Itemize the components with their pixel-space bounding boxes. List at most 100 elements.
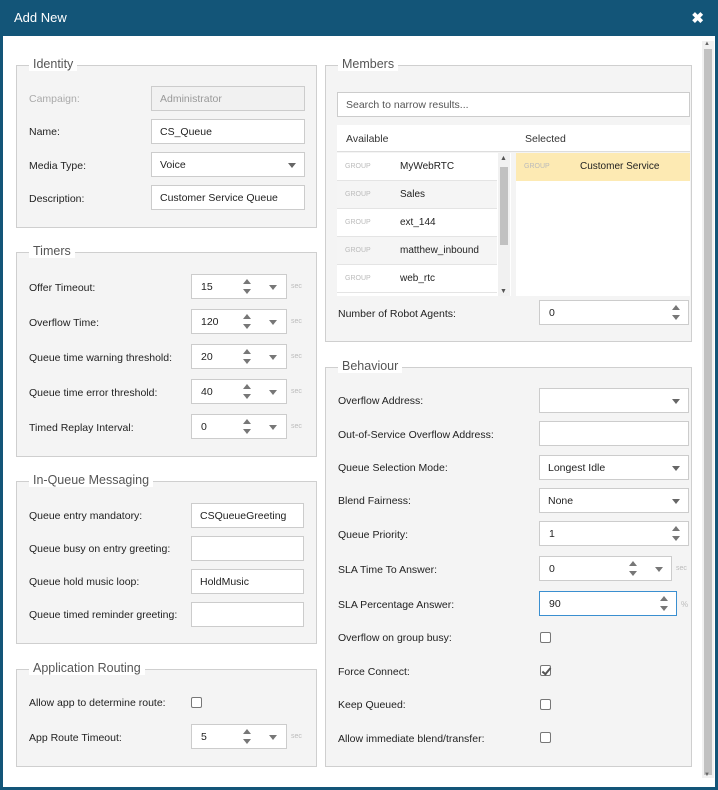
identity-legend: Identity [29,57,78,71]
members-list-header: Available Selected [337,125,690,152]
stepper-arrows-icon[interactable] [660,596,668,611]
entry-mandatory-label: Queue entry mandatory: [29,510,143,522]
chevron-down-icon[interactable] [269,390,277,395]
blend-fairness-value: None [548,495,574,507]
chevron-down-icon[interactable] [269,320,277,325]
oos-address-input[interactable] [539,421,689,446]
group-tag: GROUP [345,191,371,198]
media-type-label: Media Type: [29,160,87,172]
sla-percentage-stepper[interactable]: 90 [539,591,677,616]
overflow-time-stepper[interactable]: 120 [191,309,287,334]
reminder-greeting-input[interactable] [191,602,304,627]
description-input[interactable]: Customer Service Queue [151,185,305,210]
selected-list[interactable]: GROUP Customer Service [516,153,690,296]
list-item[interactable]: GROUP ext_144 [337,209,497,237]
hold-music-label: Queue hold music loop: [29,576,140,588]
member-name: ext_144 [400,217,436,228]
dialog-scrollbar[interactable]: ▲ ▼ [702,41,714,778]
member-name: Customer Service [580,161,660,172]
unit-label: sec [291,388,302,395]
stepper-arrows-icon[interactable] [243,279,251,294]
selected-list-item[interactable]: GROUP Customer Service [516,153,690,181]
chevron-down-icon [672,499,680,504]
chevron-down-icon[interactable] [655,567,663,572]
stepper-arrows-icon[interactable] [672,526,680,541]
overflow-address-select[interactable] [539,388,689,413]
warning-threshold-stepper[interactable]: 20 [191,344,287,369]
unit-label: sec [291,423,302,430]
group-tag: GROUP [345,247,371,254]
error-threshold-stepper[interactable]: 40 [191,379,287,404]
campaign-field: Administrator [151,86,305,111]
description-label: Description: [29,193,85,205]
offer-timeout-stepper[interactable]: 15 [191,274,287,299]
list-item[interactable]: GROUP web_rtc [337,265,497,293]
member-name: web_rtc [400,273,436,284]
sla-time-value: 0 [549,563,555,575]
scroll-up-icon[interactable]: ▲ [704,41,710,47]
replay-interval-label: Timed Replay Interval: [29,422,134,434]
blend-fairness-select[interactable]: None [539,488,689,513]
busy-greeting-input[interactable] [191,536,304,561]
timers-legend: Timers [29,244,75,258]
blend-fairness-label: Blend Fairness: [338,495,411,507]
stepper-arrows-icon[interactable] [672,305,680,320]
available-list-scrollbar[interactable]: ▲ ▼ [498,153,510,296]
robot-agents-value: 0 [549,307,555,319]
stepper-arrows-icon[interactable] [243,349,251,364]
close-icon[interactable]: ✖ [691,9,704,27]
scroll-down-icon[interactable]: ▼ [704,772,710,778]
media-type-select[interactable]: Voice [151,152,305,177]
allow-app-route-checkbox[interactable] [191,697,202,708]
error-threshold-value: 40 [201,386,213,398]
member-name: Sales [400,189,426,200]
robot-agents-label: Number of Robot Agents: [338,308,456,320]
name-input[interactable]: CS_Queue [151,119,305,144]
stepper-arrows-icon[interactable] [243,314,251,329]
scroll-down-icon[interactable]: ▼ [500,288,507,295]
group-tag: GROUP [345,163,371,170]
keep-queued-checkbox[interactable] [540,699,551,710]
members-search-input[interactable]: Search to narrow results... [337,92,690,117]
replay-interval-stepper[interactable]: 0 [191,414,287,439]
immediate-blend-checkbox[interactable] [540,732,551,743]
chevron-down-icon[interactable] [269,735,277,740]
stepper-arrows-icon[interactable] [629,561,637,576]
list-item[interactable]: GROUP MyWebRTC [337,153,497,181]
sla-time-stepper[interactable]: 0 [539,556,672,581]
scroll-up-icon[interactable]: ▲ [500,155,507,162]
queue-selection-mode-select[interactable]: Longest Idle [539,455,689,480]
behaviour-legend: Behaviour [338,359,403,373]
group-tag: GROUP [345,219,371,226]
offer-timeout-label: Offer Timeout: [29,282,96,294]
chevron-down-icon[interactable] [269,355,277,360]
scroll-thumb[interactable] [704,49,712,775]
chevron-down-icon [288,163,296,168]
chevron-down-icon[interactable] [269,425,277,430]
force-connect-label: Force Connect: [338,666,410,678]
overflow-time-label: Overflow Time: [29,317,100,329]
unit-label: sec [291,353,302,360]
oos-address-label: Out-of-Service Overflow Address: [338,429,494,441]
queue-priority-stepper[interactable]: 1 [539,521,689,546]
hold-music-input[interactable]: HoldMusic [191,569,304,594]
keep-queued-label: Keep Queued: [338,699,406,711]
media-type-value: Voice [160,159,186,171]
list-item[interactable]: GROUP Sales [337,181,497,209]
chevron-down-icon[interactable] [269,285,277,290]
stepper-arrows-icon[interactable] [243,729,251,744]
overflow-group-busy-checkbox[interactable] [540,632,551,643]
stepper-arrows-icon[interactable] [243,419,251,434]
force-connect-checkbox[interactable] [540,665,551,676]
selected-header: Selected [525,133,566,145]
list-item[interactable]: GROUP matthew_inbound [337,237,497,265]
app-route-timeout-stepper[interactable]: 5 [191,724,287,749]
entry-mandatory-input[interactable]: CSQueueGreeting [191,503,304,528]
robot-agents-stepper[interactable]: 0 [539,300,689,325]
sla-time-label: SLA Time To Answer: [338,564,438,576]
unit-label: sec [676,565,687,572]
available-list[interactable]: GROUP MyWebRTC GROUP Sales GROUP ext_144 GR… [337,153,511,296]
stepper-arrows-icon[interactable] [243,384,251,399]
sla-percentage-label: SLA Percentage Answer: [338,599,455,611]
scroll-thumb[interactable] [500,167,508,245]
